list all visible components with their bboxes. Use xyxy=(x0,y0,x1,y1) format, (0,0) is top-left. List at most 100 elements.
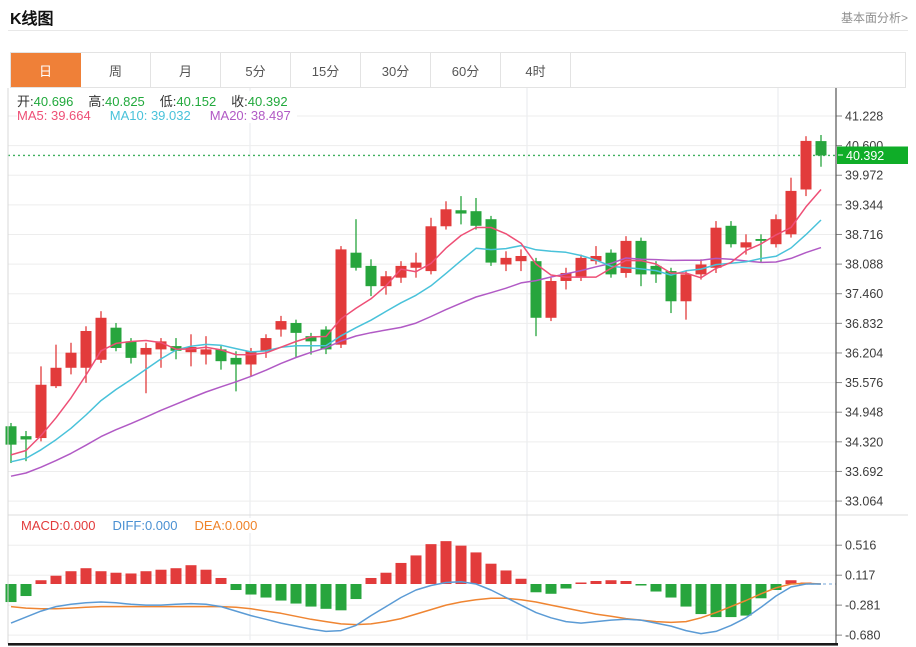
candle-body xyxy=(231,358,242,365)
candle-body xyxy=(741,242,752,247)
price-tick-label: 37.460 xyxy=(845,287,883,301)
diff-item: DIFF:0.000 xyxy=(112,518,177,533)
macd-bar-positive xyxy=(186,565,197,584)
price-tick-label: 39.972 xyxy=(845,169,883,183)
macd-bar-positive xyxy=(141,571,152,584)
macd-bar-negative xyxy=(561,584,572,589)
macd-value: 0.000 xyxy=(63,518,96,533)
candle-body xyxy=(21,436,32,439)
candle-body xyxy=(6,426,17,444)
price-tick-label: 38.088 xyxy=(845,258,883,272)
macd-bar-positive xyxy=(51,576,62,584)
macd-bar-positive xyxy=(516,579,527,584)
bottom-axis-bar xyxy=(8,643,838,646)
macd-bar-positive xyxy=(396,563,407,584)
macd-bar-negative xyxy=(21,584,32,596)
current-price-tag-label: 40.392 xyxy=(846,149,884,163)
candle-body xyxy=(246,351,257,364)
macd-bar-negative xyxy=(666,584,677,598)
macd-bar-negative xyxy=(246,584,257,595)
macd-bar-negative xyxy=(336,584,347,610)
macd-bar-negative xyxy=(306,584,317,607)
ma10-value: 39.032 xyxy=(151,108,191,123)
ma20-value: 38.497 xyxy=(251,108,291,123)
macd-bar-negative xyxy=(321,584,332,609)
price-tick-label: 39.344 xyxy=(845,198,883,212)
ma20-label: MA20: xyxy=(210,108,248,123)
macd-bar-negative xyxy=(276,584,287,601)
price-tick-label: 34.320 xyxy=(845,435,883,449)
macd-item: MACD:0.000 xyxy=(21,518,95,533)
macd-bar-negative xyxy=(351,584,362,599)
dea-value: 0.000 xyxy=(225,518,258,533)
high-label: 高: xyxy=(88,94,105,109)
low-value: 40.152 xyxy=(176,94,216,109)
macd-bar-positive xyxy=(36,580,47,584)
candle-body xyxy=(471,211,482,226)
candle-body xyxy=(576,258,587,278)
candle-body xyxy=(531,261,542,318)
candle-body xyxy=(441,209,452,226)
candle-body xyxy=(411,263,422,268)
ma5-item: MA5: 39.664 xyxy=(17,108,91,123)
candle-body xyxy=(801,141,812,190)
macd-bar-positive xyxy=(126,573,137,584)
macd-bar-positive xyxy=(81,568,92,584)
macd-tick-label: -0.680 xyxy=(845,629,880,643)
macd-bar-positive xyxy=(381,573,392,584)
close-label: 收: xyxy=(231,94,248,109)
open-value: 40.696 xyxy=(34,94,74,109)
macd-bar-positive xyxy=(201,570,212,584)
candle-body xyxy=(501,258,512,265)
candle-body xyxy=(291,323,302,333)
candle-body xyxy=(81,331,92,368)
macd-bar-positive xyxy=(471,552,482,584)
macd-tick-label: 0.117 xyxy=(845,569,875,583)
macd-bar-positive xyxy=(486,564,497,584)
candle-body xyxy=(456,210,467,213)
candle-body xyxy=(516,256,527,261)
macd-bar-positive xyxy=(66,571,77,584)
close-value: 40.392 xyxy=(248,94,288,109)
macd-bar-positive xyxy=(426,544,437,584)
ma5-label: MA5: xyxy=(17,108,47,123)
macd-bar-negative xyxy=(546,584,557,594)
diff-value: 0.000 xyxy=(145,518,178,533)
candle-body xyxy=(756,239,767,241)
macd-bar-positive xyxy=(171,568,182,584)
price-tick-label: 36.832 xyxy=(845,317,883,331)
macd-bar-positive xyxy=(111,573,122,584)
macd-bar-positive xyxy=(366,578,377,584)
candle-body xyxy=(201,349,212,354)
price-tick-label: 41.228 xyxy=(845,110,883,124)
macd-tick-label: 0.516 xyxy=(845,539,876,553)
macd-bar-positive xyxy=(501,570,512,584)
macd-bar-positive xyxy=(576,582,587,584)
macd-bar-positive xyxy=(96,571,107,584)
candle-body xyxy=(771,219,782,244)
candle-body xyxy=(546,281,557,318)
diff-label: DIFF: xyxy=(112,518,145,533)
candle-body xyxy=(66,353,77,368)
macd-legend: MACD:0.000 DIFF:0.000 DEA:0.000 xyxy=(21,518,263,533)
macd-bar-negative xyxy=(681,584,692,607)
macd-bar-negative xyxy=(261,584,272,598)
macd-bar-negative xyxy=(6,584,17,602)
macd-bar-positive xyxy=(456,546,467,584)
macd-label: MACD: xyxy=(21,518,63,533)
price-tick-label: 33.064 xyxy=(845,495,883,509)
candle-body xyxy=(486,219,497,262)
macd-bar-positive xyxy=(591,581,602,584)
ma5-line xyxy=(11,190,821,455)
kline-page: { "header": { "title": "K线图", "link": "基… xyxy=(0,0,916,647)
candle-body xyxy=(141,348,152,355)
candle-body xyxy=(711,228,722,268)
macd-bar-negative xyxy=(531,584,542,592)
macd-bar-positive xyxy=(441,541,452,584)
ma20-item: MA20: 38.497 xyxy=(210,108,291,123)
macd-bar-negative xyxy=(726,584,737,617)
macd-bar-positive xyxy=(621,581,632,584)
dea-label: DEA: xyxy=(194,518,224,533)
candle-body xyxy=(816,141,827,155)
macd-bar-positive xyxy=(216,578,227,584)
